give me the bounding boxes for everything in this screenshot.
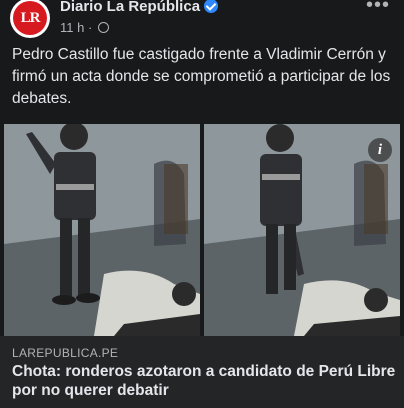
post-photo-left[interactable] xyxy=(4,124,200,336)
la-republica-logo: LR xyxy=(13,1,47,35)
post-photo-right[interactable]: i xyxy=(204,124,400,336)
link-title[interactable]: Chota: ronderos azotaron a candidato de … xyxy=(12,362,396,400)
meta-separator: · xyxy=(84,20,96,35)
page-name[interactable]: Diario La República xyxy=(60,0,219,15)
post-meta: 11 h · xyxy=(60,20,109,35)
photo-left-image xyxy=(4,124,200,336)
info-button[interactable]: i xyxy=(368,138,392,162)
post-timestamp[interactable]: 11 h xyxy=(60,20,84,35)
globe-icon xyxy=(97,22,109,33)
link-preview[interactable]: LAREPUBLICA.PE Chota: ronderos azotaron … xyxy=(0,336,404,408)
more-options-button[interactable]: ••• xyxy=(366,0,390,17)
post-header: LR Diario La República 11 h · ••• xyxy=(0,0,404,44)
page-name-text[interactable]: Diario La República xyxy=(60,0,200,15)
post-text: Pedro Castillo fue castigado frente a Vl… xyxy=(12,46,391,107)
verified-badge-icon xyxy=(204,0,219,13)
link-domain: LAREPUBLICA.PE xyxy=(12,346,119,360)
page-avatar[interactable]: LR xyxy=(10,0,50,38)
